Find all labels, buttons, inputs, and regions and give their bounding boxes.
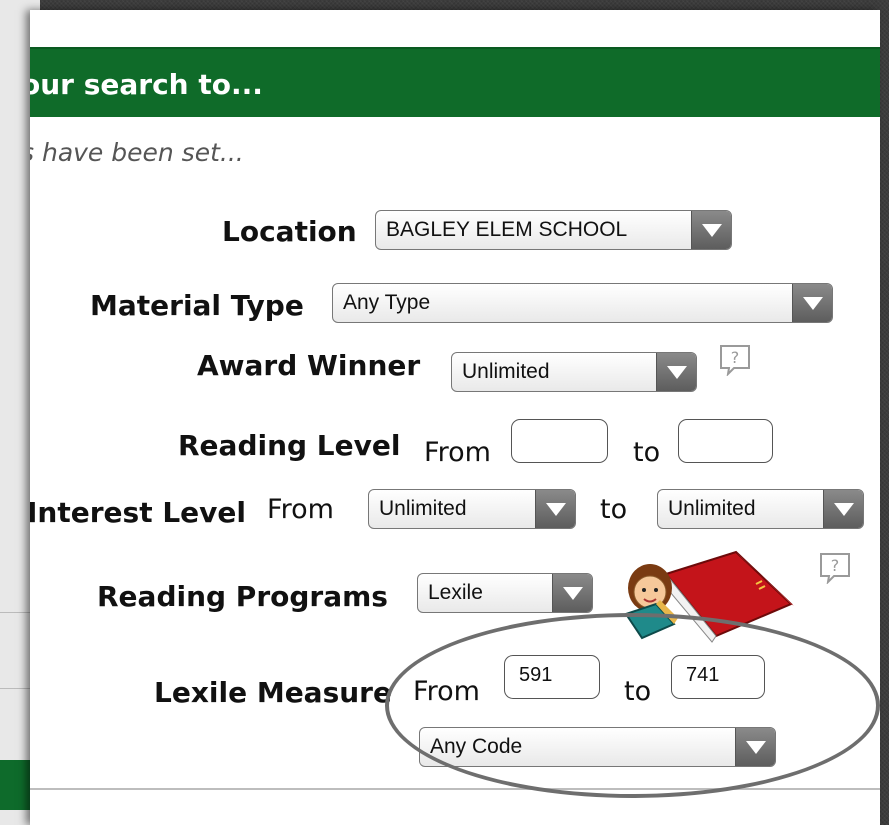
reading-programs-select[interactable]: Lexile xyxy=(417,573,593,613)
reading-level-from-input[interactable] xyxy=(511,419,608,463)
award-winner-label: Award Winner xyxy=(197,349,421,382)
refine-search-dialog: our search to... s have been set... Loca… xyxy=(30,10,880,825)
lexile-code-select-value: Any Code xyxy=(430,735,523,758)
lexile-measure-to-input[interactable]: 741 xyxy=(671,655,765,699)
reading-girl-book-icon xyxy=(624,550,794,643)
reading-programs-label: Reading Programs xyxy=(97,580,388,613)
location-select-value: BAGLEY ELEM SCHOOL xyxy=(386,218,628,241)
svg-text:?: ? xyxy=(731,348,740,367)
help-icon[interactable]: ? xyxy=(718,344,752,376)
chevron-down-icon xyxy=(735,728,775,766)
lexile-measure-to-word: to xyxy=(624,676,652,707)
material-type-select-value: Any Type xyxy=(343,291,431,314)
help-icon[interactable]: ? xyxy=(818,552,852,584)
dialog-subtitle: s have been set... xyxy=(30,138,244,167)
award-winner-select[interactable]: Unlimited xyxy=(451,352,697,392)
location-label: Location xyxy=(222,215,357,248)
dialog-title: our search to... xyxy=(30,68,263,101)
chevron-down-icon xyxy=(823,490,863,528)
interest-level-from-word: From xyxy=(267,494,334,525)
chevron-down-icon xyxy=(656,353,696,391)
chevron-down-icon xyxy=(792,284,832,322)
interest-level-to-word: to xyxy=(600,494,628,525)
interest-level-to-select[interactable]: Unlimited xyxy=(657,489,864,529)
material-type-select[interactable]: Any Type xyxy=(332,283,833,323)
material-type-label: Material Type xyxy=(90,289,304,322)
lexile-code-select[interactable]: Any Code xyxy=(419,727,776,767)
interest-level-from-select[interactable]: Unlimited xyxy=(368,489,576,529)
chevron-down-icon xyxy=(535,490,575,528)
svg-text:?: ? xyxy=(831,556,840,575)
lexile-measure-from-input[interactable]: 591 xyxy=(504,655,600,699)
award-winner-select-value: Unlimited xyxy=(462,360,550,383)
reading-programs-select-value: Lexile xyxy=(428,581,483,604)
footer-divider xyxy=(30,788,880,790)
chevron-down-icon xyxy=(691,211,731,249)
reading-level-to-word: to xyxy=(633,437,661,468)
chevron-down-icon xyxy=(552,574,592,612)
interest-level-to-value: Unlimited xyxy=(668,497,756,520)
reading-level-label: Reading Level xyxy=(178,429,401,462)
interest-level-from-value: Unlimited xyxy=(379,497,467,520)
lexile-measure-label: Lexile Measure xyxy=(154,676,392,709)
lexile-measure-from-word: From xyxy=(413,676,480,707)
reading-level-from-word: From xyxy=(424,437,491,468)
reading-level-to-input[interactable] xyxy=(678,419,773,463)
location-select[interactable]: BAGLEY ELEM SCHOOL xyxy=(375,210,732,250)
interest-level-label: Interest Level xyxy=(30,496,246,529)
